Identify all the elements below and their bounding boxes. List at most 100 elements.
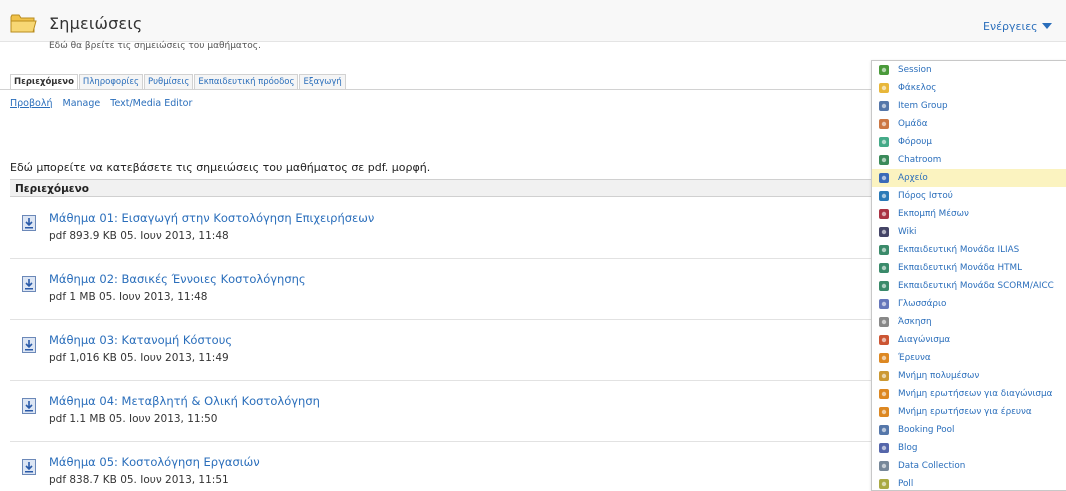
file-title-link[interactable]: Μάθημα 01: Εισαγωγή στην Κοστολόγηση Επι…: [49, 211, 374, 225]
subtab-manage[interactable]: Manage: [63, 98, 101, 109]
intro-text: Εδώ μπορείτε να κατεβάσετε τις σημειώσει…: [10, 161, 431, 174]
menu-item-label: Booking Pool: [898, 425, 955, 435]
file-meta: pdf 1,016 KB 05. Ιουν 2013, 11:49: [49, 352, 229, 364]
menu-item-forum[interactable]: Φόρουμ: [872, 133, 1066, 151]
menu-item-label: Μνήμη ερωτήσεων για έρευνα: [898, 407, 1032, 417]
menu-item-test[interactable]: Διαγώνισμα: [872, 331, 1066, 349]
web-resource-icon: [879, 191, 889, 201]
lm-html-icon: [879, 263, 889, 273]
page-header: Σημειώσεις Ενέργειες: [0, 0, 1066, 42]
question-pool-test-icon: [879, 389, 889, 399]
menu-item-label: Φάκελος: [898, 83, 937, 93]
download-file-icon[interactable]: [22, 459, 36, 475]
file-meta: pdf 1 MB 05. Ιουν 2013, 11:48: [49, 291, 208, 303]
menu-item-label: Άσκηση: [898, 317, 932, 327]
chatroom-icon: [879, 155, 889, 165]
session-icon: [879, 65, 889, 75]
actions-dropdown-menu: Session Φάκελος Item Group Ομάδα Φόρουμ Chatr…: [871, 60, 1066, 491]
folder-icon: [879, 83, 889, 93]
booking-pool-icon: [879, 425, 889, 435]
menu-item-label: Chatroom: [898, 155, 942, 165]
tab-settings[interactable]: Ρυθμίσεις: [144, 74, 194, 90]
menu-item-media-cast[interactable]: Εκπομπή Μέσων: [872, 205, 1066, 223]
test-icon: [879, 335, 889, 345]
page-title: Σημειώσεις: [49, 14, 143, 33]
file-meta: pdf 893.9 KB 05. Ιουν 2013, 11:48: [49, 230, 229, 242]
poll-icon: [879, 479, 889, 489]
menu-item-label: Έρευνα: [898, 353, 931, 363]
menu-item-wiki[interactable]: Wiki: [872, 223, 1066, 241]
actions-dropdown-button[interactable]: Ενέργειες: [983, 20, 1052, 33]
menu-item-label: Εκπαιδευτική Μονάδα ILIAS: [898, 245, 1020, 255]
menu-item-session[interactable]: Session: [872, 61, 1066, 79]
menu-item-question-pool-test[interactable]: Μνήμη ερωτήσεων για διαγώνισμα: [872, 385, 1066, 403]
menu-item-group[interactable]: Ομάδα: [872, 115, 1066, 133]
download-file-icon[interactable]: [22, 215, 36, 231]
menu-item-exercise[interactable]: Άσκηση: [872, 313, 1066, 331]
subtab-view[interactable]: Προβολή: [10, 98, 53, 109]
data-collection-icon: [879, 461, 889, 471]
group-icon: [879, 119, 889, 129]
tab-bar: Περιεχόμενο Πληροφορίες Ρυθμίσεις Εκπαιδ…: [10, 74, 347, 90]
file-title-link[interactable]: Μάθημα 04: Μεταβλητή & Ολική Κοστολόγηση: [49, 394, 320, 408]
file-title-link[interactable]: Μάθημα 03: Κατανομή Κόστους: [49, 333, 232, 347]
menu-item-label: Ομάδα: [898, 119, 928, 129]
menu-item-media-pool[interactable]: Μνήμη πολυμέσων: [872, 367, 1066, 385]
menu-item-glossary[interactable]: Γλωσσάριο: [872, 295, 1066, 313]
lm-ilias-icon: [879, 245, 889, 255]
menu-item-blog[interactable]: Blog: [872, 439, 1066, 457]
menu-item-label: Session: [898, 65, 932, 75]
page-description: Εδώ θα βρείτε τις σημειώσεις του μαθήματ…: [49, 41, 261, 51]
glossary-icon: [879, 299, 889, 309]
menu-item-label: Εκπομπή Μέσων: [898, 209, 969, 219]
menu-item-poll[interactable]: Poll: [872, 475, 1066, 491]
file-meta: pdf 838.7 KB 05. Ιουν 2013, 11:51: [49, 474, 229, 486]
menu-item-label: Φόρουμ: [898, 137, 932, 147]
download-file-icon[interactable]: [22, 398, 36, 414]
menu-item-label: Εκπαιδευτική Μονάδα SCORM/AICC: [898, 281, 1054, 291]
menu-item-booking-pool[interactable]: Booking Pool: [872, 421, 1066, 439]
folder-icon: [10, 14, 37, 33]
file-meta: pdf 1.1 MB 05. Ιουν 2013, 11:50: [49, 413, 218, 425]
menu-item-label: Wiki: [898, 227, 917, 237]
caret-down-icon: [1041, 23, 1052, 29]
tab-content[interactable]: Περιεχόμενο: [10, 74, 78, 90]
tab-info[interactable]: Πληροφορίες: [78, 74, 143, 90]
forum-icon: [879, 137, 889, 147]
menu-item-lm-scorm[interactable]: Εκπαιδευτική Μονάδα SCORM/AICC: [872, 277, 1066, 295]
menu-item-file[interactable]: Αρχείο: [872, 169, 1066, 187]
download-file-icon[interactable]: [22, 337, 36, 353]
tab-export[interactable]: Εξαγωγή: [299, 74, 346, 90]
menu-item-folder[interactable]: Φάκελος: [872, 79, 1066, 97]
menu-item-label: Πόρος Ιστού: [898, 191, 953, 201]
menu-item-label: Poll: [898, 479, 914, 489]
wiki-icon: [879, 227, 889, 237]
menu-item-label: Item Group: [898, 101, 948, 111]
file-title-link[interactable]: Μάθημα 02: Βασικές Έννοιες Κοστολόγησης: [49, 272, 306, 286]
file-icon: [879, 173, 889, 183]
menu-item-question-pool-survey[interactable]: Μνήμη ερωτήσεων για έρευνα: [872, 403, 1066, 421]
menu-item-label: Μνήμη πολυμέσων: [898, 371, 980, 381]
menu-item-lm-ilias[interactable]: Εκπαιδευτική Μονάδα ILIAS: [872, 241, 1066, 259]
media-cast-icon: [879, 209, 889, 219]
blog-icon: [879, 443, 889, 453]
survey-icon: [879, 353, 889, 363]
question-pool-survey-icon: [879, 407, 889, 417]
subtab-text-media-editor[interactable]: Text/Media Editor: [110, 98, 192, 109]
menu-item-survey[interactable]: Έρευνα: [872, 349, 1066, 367]
menu-item-label: Blog: [898, 443, 918, 453]
file-title-link[interactable]: Μάθημα 05: Κοστολόγηση Εργασιών: [49, 455, 260, 469]
menu-item-data-collection[interactable]: Data Collection: [872, 457, 1066, 475]
exercise-icon: [879, 317, 889, 327]
download-file-icon[interactable]: [22, 276, 36, 292]
tab-learning-progress[interactable]: Εκπαιδευτική πρόοδος: [194, 74, 299, 90]
item-group-icon: [879, 101, 889, 111]
menu-item-item-group[interactable]: Item Group: [872, 97, 1066, 115]
menu-item-label: Γλωσσάριο: [898, 299, 947, 309]
menu-item-web-resource[interactable]: Πόρος Ιστού: [872, 187, 1066, 205]
subtab-bar: Προβολή Manage Text/Media Editor: [10, 98, 192, 109]
menu-item-chatroom[interactable]: Chatroom: [872, 151, 1066, 169]
media-pool-icon: [879, 371, 889, 381]
menu-item-label: Εκπαιδευτική Μονάδα HTML: [898, 263, 1023, 273]
menu-item-lm-html[interactable]: Εκπαιδευτική Μονάδα HTML: [872, 259, 1066, 277]
